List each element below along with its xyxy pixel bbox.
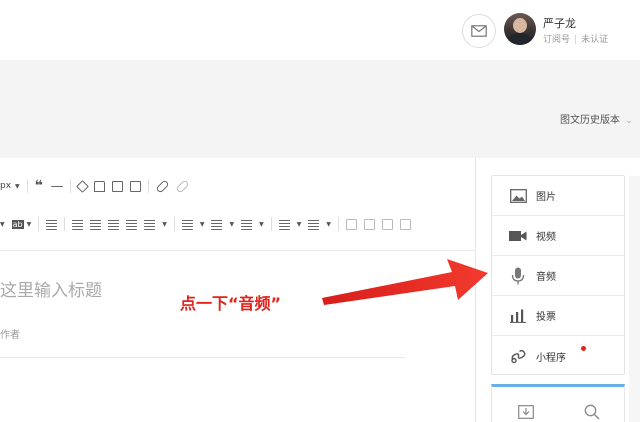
download-icon[interactable] — [516, 402, 536, 422]
insert-miniprogram-button[interactable]: 小程序 — [492, 336, 624, 376]
caret-down-icon: ▼ — [259, 220, 264, 228]
float-right-icon[interactable] — [399, 218, 411, 230]
caret-down-icon: ▼ — [0, 220, 5, 228]
insert-miniprogram-label: 小程序 — [536, 352, 566, 364]
insert-audio-button[interactable]: 音频 — [492, 256, 624, 296]
background-color-button[interactable]: ab — [11, 219, 24, 229]
verify-status[interactable]: 未认证 — [581, 35, 608, 45]
insert-panel: 图片 视频 音频 投票 小程序 — [491, 175, 625, 375]
caret-down-icon: ▼ — [229, 220, 235, 228]
align-justify-icon[interactable] — [126, 218, 138, 230]
meta-separator: | — [574, 35, 578, 45]
insert-template-icon[interactable] — [111, 180, 123, 192]
account-meta: 订阅号 | 未认证 — [543, 32, 608, 45]
microphone-icon — [508, 266, 528, 286]
scrollbar-track[interactable] — [629, 176, 640, 422]
toolbar-divider — [337, 217, 339, 231]
caret-down-icon: ▼ — [296, 220, 302, 228]
title-input[interactable]: 这里输入标题 — [0, 276, 102, 301]
indent-icon[interactable] — [46, 218, 58, 230]
unordered-list-icon[interactable] — [308, 218, 320, 230]
horizontal-rule-icon[interactable] — [50, 185, 63, 187]
top-header: 严子龙 订阅号 | 未认证 — [0, 0, 640, 60]
new-badge-dot — [581, 346, 586, 351]
editor-header-band — [0, 60, 640, 158]
float-none-icon[interactable] — [363, 218, 375, 230]
caret-down-icon: ▼ — [162, 220, 167, 228]
chevron-down-icon: ⌄ — [625, 116, 633, 126]
insert-audio-label: 音频 — [536, 272, 556, 283]
caret-down-icon: ▼ — [26, 220, 32, 228]
unlink-icon[interactable] — [175, 178, 190, 194]
user-name[interactable]: 严子龙 — [543, 15, 576, 31]
insert-image-label: 图片 — [536, 192, 556, 203]
caret-down-icon: ▼ — [199, 220, 205, 228]
format-painter-icon[interactable] — [76, 179, 89, 193]
caret-down-icon: ▼ — [326, 220, 331, 228]
align-left-icon[interactable] — [72, 218, 84, 230]
side-tools-card — [491, 384, 625, 422]
author-input[interactable]: 作者 — [0, 326, 20, 341]
search-icon[interactable] — [582, 402, 602, 422]
account-type: 订阅号 — [543, 35, 571, 45]
toolbar-divider-line — [0, 250, 476, 251]
toolbar-divider — [270, 217, 272, 231]
link-icon[interactable] — [155, 178, 170, 194]
video-icon — [508, 226, 528, 246]
spacing-before-icon[interactable] — [181, 218, 193, 230]
spacing-after-icon[interactable] — [211, 218, 223, 230]
toolbar-divider — [26, 179, 28, 193]
float-center-icon[interactable] — [381, 218, 393, 230]
annotation-text: 点一下“音频” — [180, 294, 282, 313]
miniprogram-icon — [508, 346, 528, 366]
clear-format-icon[interactable] — [93, 180, 105, 192]
float-left-icon[interactable] — [345, 218, 357, 230]
insert-image-button[interactable]: 图片 — [492, 176, 624, 216]
align-center-icon[interactable] — [90, 218, 102, 230]
caret-down-icon: ▼ — [15, 182, 20, 190]
toolbar-divider — [64, 217, 66, 231]
font-size-select[interactable]: px — [0, 181, 11, 191]
insert-video-label: 视频 — [536, 232, 556, 243]
history-versions-label: 图文历史版本 — [560, 115, 620, 126]
insert-video-button[interactable]: 视频 — [492, 216, 624, 256]
poll-icon — [508, 306, 528, 326]
line-height-icon[interactable] — [144, 218, 156, 230]
insert-poll-label: 投票 — [536, 312, 556, 323]
blockquote-icon[interactable]: ❝ — [35, 178, 43, 194]
align-right-icon[interactable] — [108, 218, 120, 230]
avatar[interactable] — [504, 13, 536, 45]
toolbar-divider — [147, 179, 149, 193]
document-icon[interactable] — [129, 180, 141, 192]
author-divider-line — [0, 357, 405, 358]
toolbar-divider — [69, 179, 71, 193]
letter-spacing-icon[interactable] — [241, 218, 253, 230]
history-versions-link[interactable]: 图文历史版本 ⌄ — [560, 111, 633, 126]
toolbar-row-1: px ▼ ❝ — [0, 177, 196, 195]
message-button[interactable] — [462, 14, 496, 48]
toolbar-divider — [38, 217, 40, 231]
image-icon — [508, 186, 528, 206]
toolbar-row-2: ▼ ab ▼ ▼ ▼ ▼ ▼ ▼ ▼ — [0, 215, 418, 233]
insert-poll-button[interactable]: 投票 — [492, 296, 624, 336]
mail-icon — [471, 25, 487, 37]
ordered-list-icon[interactable] — [278, 218, 290, 230]
toolbar-divider — [173, 217, 175, 231]
